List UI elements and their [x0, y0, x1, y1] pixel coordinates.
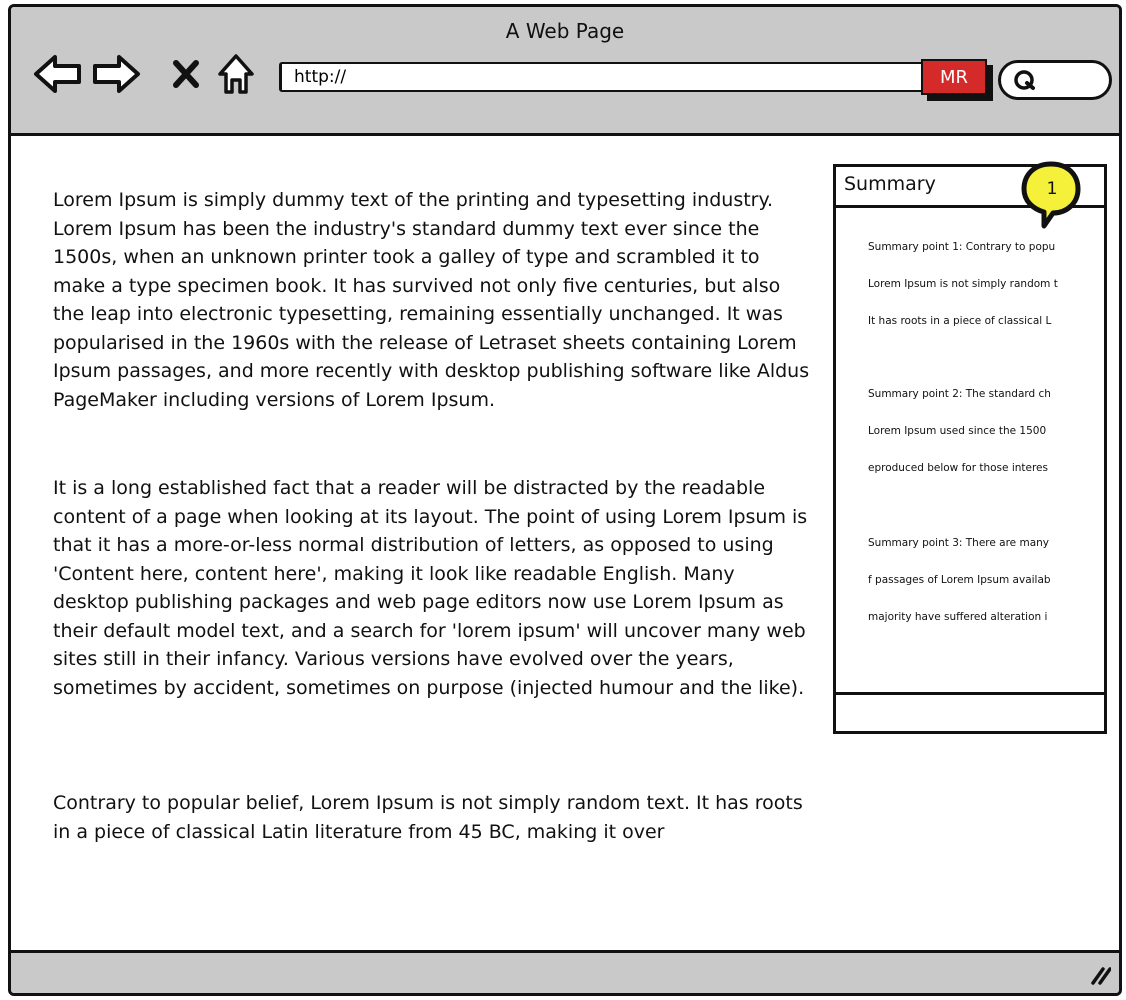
mr-button[interactable]: MR: [921, 59, 987, 95]
browser-window: A Web Page MR: [8, 4, 1122, 996]
forward-arrow-icon: [93, 55, 140, 93]
status-bar: [11, 950, 1119, 993]
article-paragraph-1: Lorem Ipsum is simply dummy text of the …: [53, 189, 810, 411]
summary-line: It has roots in a piece of classical L: [868, 315, 1052, 327]
window-title: A Web Page: [505, 19, 625, 43]
back-button[interactable]: [33, 49, 83, 99]
summary-line: majority have suffered alteration i: [868, 611, 1048, 623]
summary-line: eproduced below for those interes: [868, 462, 1048, 474]
stop-button[interactable]: [161, 49, 211, 99]
home-button[interactable]: [211, 49, 261, 99]
url-input[interactable]: [294, 64, 877, 90]
summary-line: Lorem Ipsum used since the 1500: [868, 425, 1047, 437]
resize-grip-icon[interactable]: [1089, 963, 1111, 985]
address-bar[interactable]: [279, 62, 949, 92]
summary-line: Summary point 3: There are many: [868, 537, 1050, 549]
annotation-badge: 1: [1021, 161, 1081, 229]
summary-line: Lorem Ipsum is not simply random t: [868, 278, 1058, 290]
summary-panel: Summary Summary point 1: Contrary to pop…: [833, 164, 1107, 734]
back-arrow-icon: [34, 55, 81, 93]
summary-line: f passages of Lorem Ipsum availab: [868, 574, 1051, 586]
forward-button[interactable]: [91, 49, 141, 99]
page-content: Lorem Ipsum is simply dummy text of the …: [11, 136, 1119, 953]
browser-toolbar: A Web Page MR: [11, 7, 1119, 136]
home-icon: [218, 54, 254, 94]
article-paragraph-3: Contrary to popular belief, Lorem Ipsum …: [53, 792, 803, 843]
search-box[interactable]: [998, 60, 1112, 100]
summary-line: Summary point 1: Contrary to popu: [868, 241, 1056, 253]
close-x-icon: [173, 60, 199, 88]
search-icon: [1014, 70, 1035, 90]
article-paragraph-2: It is a long established fact that a rea…: [53, 477, 808, 699]
summary-body: Summary point 1: Contrary to popu Lorem …: [836, 208, 1104, 695]
summary-line: Summary point 2: The standard ch: [868, 388, 1051, 400]
annotation-badge-number: 1: [1047, 179, 1058, 199]
summary-title: Summary: [844, 173, 936, 195]
